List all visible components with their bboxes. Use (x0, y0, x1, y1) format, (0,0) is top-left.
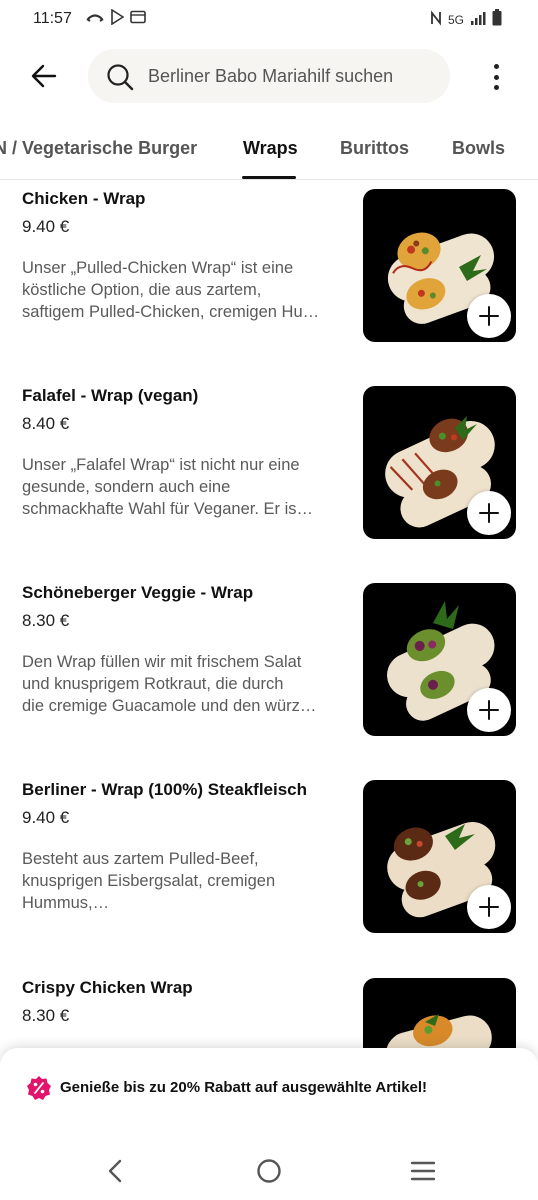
menu-item[interactable]: Chicken - Wrap 9.40 € Unser „Pulled-Chic… (0, 189, 538, 359)
plus-icon (479, 503, 499, 523)
active-tab-indicator (242, 176, 296, 179)
search-placeholder: Berliner Babo Mariahilf suchen (148, 66, 394, 86)
item-price: 9.40 € (22, 217, 70, 236)
item-price: 9.40 € (22, 808, 70, 827)
nav-back-button[interactable] (100, 1156, 130, 1186)
arrow-left-icon (31, 64, 57, 88)
item-name: Falafel - Wrap (vegan) (22, 386, 199, 405)
recents-icon (410, 1161, 436, 1181)
more-vertical-icon (493, 64, 499, 69)
status-time: 11:57 (33, 10, 72, 27)
item-price: 8.40 € (22, 414, 70, 433)
header: Berliner Babo Mariahilf suchen (0, 48, 538, 106)
add-button[interactable] (467, 294, 511, 338)
item-name: Chicken - Wrap (22, 189, 146, 208)
plus-icon (479, 897, 499, 917)
menu-item[interactable]: Berliner - Wrap (100%) Steakfleisch 9.40… (0, 780, 538, 950)
promo-banner[interactable]: Genieße bis zu 20% Rabatt auf ausgewählt… (0, 1048, 538, 1130)
menu-item[interactable]: Schöneberger Veggie - Wrap 8.30 € Den Wr… (0, 583, 538, 753)
item-price: 8.30 € (22, 611, 70, 630)
nav-recents-button[interactable] (408, 1156, 438, 1186)
tab-wraps[interactable]: Wraps (243, 138, 298, 159)
search-icon (107, 64, 134, 91)
battery-icon (492, 9, 502, 31)
item-description: Unser „Pulled-Chicken Wrap“ ist eine kös… (22, 259, 320, 321)
item-description: Den Wrap füllen wir mit frischem Salat u… (22, 653, 317, 715)
more-options-button[interactable] (484, 60, 508, 94)
add-button[interactable] (467, 491, 511, 535)
category-tabs: N / Vegetarische Burger Wraps Burittos B… (0, 122, 538, 180)
system-nav-bar (0, 1130, 538, 1200)
play-store-icon (110, 8, 125, 30)
signal-icon (470, 11, 486, 30)
missed-call-icon (86, 10, 104, 29)
add-button[interactable] (467, 885, 511, 929)
item-name: Berliner - Wrap (100%) Steakfleisch (22, 780, 308, 799)
home-icon (257, 1159, 281, 1183)
tab-burittos[interactable]: Burittos (340, 138, 409, 159)
back-button[interactable] (24, 56, 64, 96)
item-price: 8.30 € (22, 1006, 70, 1025)
plus-icon (479, 306, 499, 326)
item-description: Besteht aus zartem Pulled-Beef, knusprig… (22, 850, 276, 912)
network-label: 5G (447, 13, 464, 27)
screen-icon (130, 10, 146, 29)
plus-icon (479, 700, 499, 720)
search-input[interactable]: Berliner Babo Mariahilf suchen (88, 49, 450, 103)
status-bar: 11:57 5G (0, 0, 538, 40)
back-icon (108, 1159, 122, 1183)
menu-item[interactable]: Falafel - Wrap (vegan) 8.40 € Unser „Fal… (0, 386, 538, 556)
item-description: Unser „Falafel Wrap“ ist nicht nur eine … (22, 456, 314, 518)
item-name: Crispy Chicken Wrap (22, 978, 193, 997)
add-button[interactable] (467, 688, 511, 732)
tab-bowls[interactable]: Bowls (452, 138, 505, 159)
nav-home-button[interactable] (254, 1156, 284, 1186)
tab-vegetarische-burger[interactable]: N / Vegetarische Burger (0, 138, 197, 159)
discount-badge-icon (27, 1076, 51, 1100)
promo-text: Genieße bis zu 20% Rabatt auf ausgewählt… (60, 1079, 428, 1096)
nfc-icon (430, 9, 442, 31)
item-name: Schöneberger Veggie - Wrap (22, 583, 254, 602)
